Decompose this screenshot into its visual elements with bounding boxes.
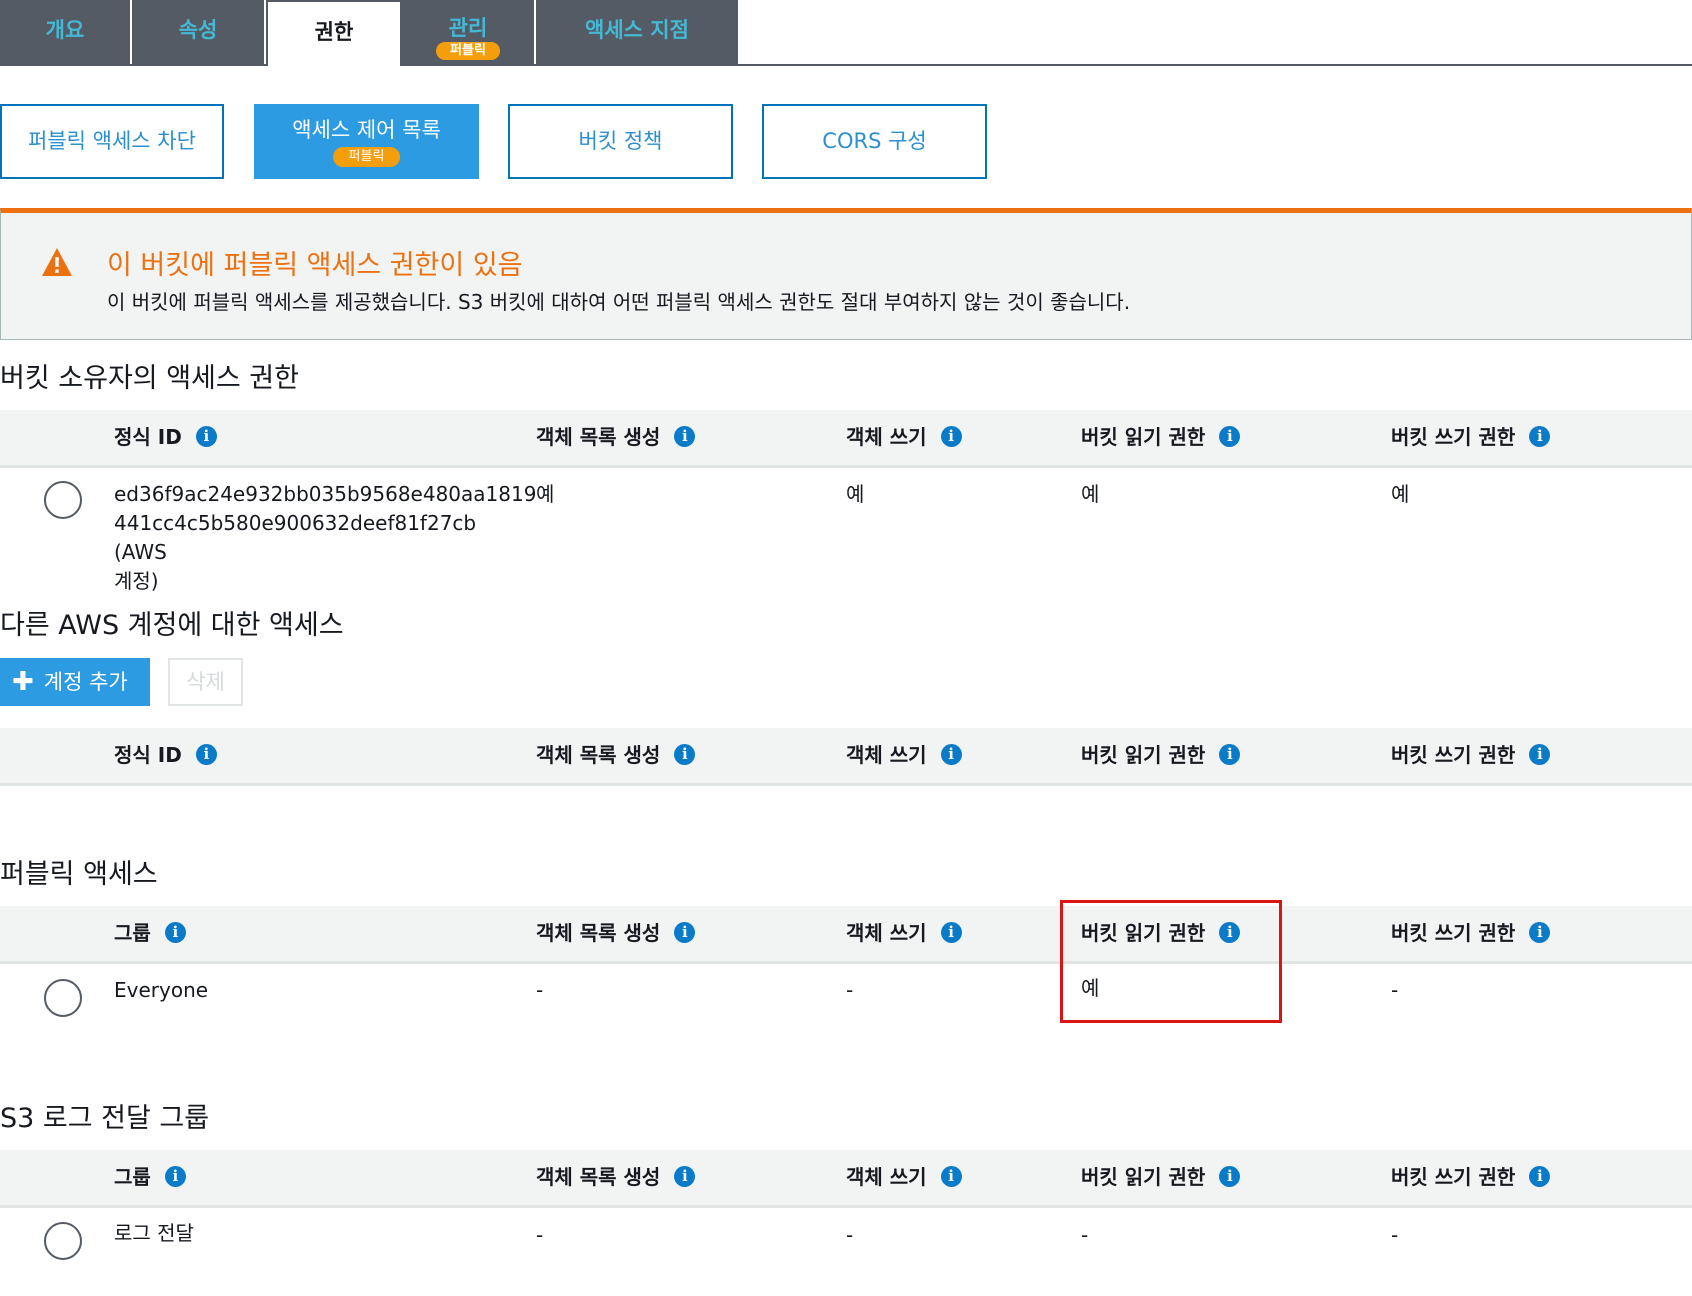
col-group: 그룹 i: [114, 906, 186, 961]
info-icon[interactable]: i: [674, 1166, 696, 1187]
subtab-cors-configuration[interactable]: CORS 구성: [762, 104, 987, 179]
other-accounts-table-header: 정식 ID i 객체 목록 생성 i 객체 쓰기 i 버킷 읽기 권한 i 버킷 쓰기 …: [0, 728, 1692, 786]
warning-triangle-icon: [42, 248, 72, 276]
list-objects-cell: -: [536, 1223, 544, 1247]
tab-overview-label: 개요: [45, 18, 85, 42]
public-badge: 퍼블릭: [436, 42, 500, 60]
info-icon[interactable]: i: [674, 744, 696, 765]
info-icon[interactable]: i: [674, 922, 696, 943]
tab-overview[interactable]: 개요: [0, 0, 132, 64]
info-icon[interactable]: i: [940, 426, 962, 447]
public-access-section-title: 퍼블릭 액세스: [0, 859, 158, 890]
col-write-objects: 객체 쓰기 i: [846, 728, 962, 783]
write-objects-cell: -: [846, 978, 854, 1002]
info-icon[interactable]: i: [1219, 1166, 1241, 1187]
col-write-objects: 객체 쓰기 i: [846, 410, 962, 465]
info-icon[interactable]: i: [940, 1166, 962, 1187]
group-cell: Everyone: [114, 978, 209, 1002]
tab-permissions[interactable]: 권한: [266, 0, 402, 66]
col-canonical-id: 정식 ID i: [114, 728, 217, 783]
info-icon[interactable]: i: [1529, 922, 1551, 943]
public-access-table-header: 그룹 i 객체 목록 생성 i 객체 쓰기 i 버킷 읽기 권한 i 버킷 쓰기 권한 i: [0, 906, 1692, 964]
col-list-objects: 객체 목록 생성 i: [536, 410, 696, 465]
owner-section-title: 버킷 소유자의 액세스 권한: [0, 363, 299, 394]
write-objects-cell: 예: [846, 482, 865, 506]
info-icon[interactable]: i: [1219, 744, 1241, 765]
list-objects-cell: -: [536, 978, 544, 1002]
row-select-radio[interactable]: [44, 1222, 82, 1260]
info-icon[interactable]: i: [940, 922, 962, 943]
highlight-box: [1060, 900, 1282, 1023]
public-badge: 퍼블릭: [332, 147, 401, 167]
subtab-access-control-list[interactable]: 액세스 제어 목록 퍼블릭: [254, 104, 479, 179]
col-write-objects: 객체 쓰기 i: [846, 906, 962, 961]
delete-button[interactable]: 삭제: [168, 658, 243, 706]
col-read-bucket-perms: 버킷 읽기 권한 i: [1081, 1150, 1241, 1205]
public-access-warning: 이 버킷에 퍼블릭 액세스 권한이 있음 이 버킷에 퍼블릭 액세스를 제공했습…: [0, 208, 1692, 340]
info-icon[interactable]: i: [1529, 1166, 1551, 1187]
read-bucket-perms-cell: -: [1081, 1223, 1089, 1247]
log-delivery-section-title: S3 로그 전달 그룹: [0, 1103, 210, 1134]
col-group: 그룹 i: [114, 1150, 186, 1205]
subtab-cors-label: CORS 구성: [822, 129, 927, 153]
log-delivery-table-header: 그룹 i 객체 목록 생성 i 객체 쓰기 i 버킷 읽기 권한 i 버킷 쓰기 권한 i: [0, 1150, 1692, 1208]
tab-access-points[interactable]: 액세스 지점: [536, 0, 738, 64]
row-select-radio[interactable]: [44, 481, 82, 519]
subtab-bucket-policy-label: 버킷 정책: [578, 129, 663, 153]
tab-management-label: 관리: [448, 16, 488, 40]
info-icon[interactable]: i: [195, 744, 217, 765]
info-icon[interactable]: i: [164, 1166, 186, 1187]
write-objects-cell: -: [846, 1223, 854, 1247]
col-write-bucket-perms: 버킷 쓰기 권한 i: [1391, 1150, 1551, 1205]
tab-properties[interactable]: 속성: [132, 0, 266, 64]
col-write-bucket-perms: 버킷 쓰기 권한 i: [1391, 906, 1551, 961]
subtab-block-public-access-label: 퍼블릭 액세스 차단: [28, 129, 196, 153]
warning-title: 이 버킷에 퍼블릭 액세스 권한이 있음: [107, 250, 523, 281]
plus-icon: ✚: [12, 667, 34, 697]
main-tab-bar: 개요 속성 권한 관리 퍼블릭 액세스 지점: [0, 0, 1692, 66]
info-icon[interactable]: i: [1529, 744, 1551, 765]
add-account-button[interactable]: ✚ 계정 추가: [0, 658, 150, 706]
info-icon[interactable]: i: [674, 426, 696, 447]
info-icon[interactable]: i: [940, 744, 962, 765]
other-accounts-section-title: 다른 AWS 계정에 대한 액세스: [0, 610, 344, 641]
col-list-objects: 객체 목록 생성 i: [536, 906, 696, 961]
write-bucket-perms-cell: -: [1391, 1223, 1399, 1247]
warning-text: 이 버킷에 퍼블릭 액세스를 제공했습니다. S3 버킷에 대하여 어떤 퍼블릭…: [107, 290, 1131, 314]
tab-access-points-label: 액세스 지점: [585, 18, 689, 42]
info-icon[interactable]: i: [1219, 426, 1241, 447]
group-cell: 로그 전달: [114, 1221, 194, 1245]
col-read-bucket-perms: 버킷 읽기 권한 i: [1081, 728, 1241, 783]
info-icon[interactable]: i: [195, 426, 217, 447]
canonical-id-cell: ed36f9ac24e932bb035b9568e480aa1819 441cc…: [114, 482, 537, 593]
col-list-objects: 객체 목록 생성 i: [536, 1150, 696, 1205]
tab-permissions-label: 권한: [314, 20, 354, 44]
col-read-bucket-perms: 버킷 읽기 권한 i: [1081, 410, 1241, 465]
info-icon[interactable]: i: [164, 922, 186, 943]
col-write-bucket-perms: 버킷 쓰기 권한 i: [1391, 728, 1551, 783]
write-bucket-perms-cell: -: [1391, 978, 1399, 1002]
row-select-radio[interactable]: [44, 979, 82, 1017]
subtab-block-public-access[interactable]: 퍼블릭 액세스 차단: [0, 104, 224, 179]
info-icon[interactable]: i: [1529, 426, 1551, 447]
col-list-objects: 객체 목록 생성 i: [536, 728, 696, 783]
col-write-bucket-perms: 버킷 쓰기 권한 i: [1391, 410, 1551, 465]
subtab-acl-label: 액세스 제어 목록: [292, 118, 441, 142]
list-objects-cell: 예: [536, 482, 555, 506]
write-bucket-perms-cell: 예: [1391, 482, 1410, 506]
read-bucket-perms-cell: 예: [1081, 482, 1100, 506]
tab-properties-label: 속성: [178, 18, 218, 42]
col-write-objects: 객체 쓰기 i: [846, 1150, 962, 1205]
col-canonical-id: 정식 ID i: [114, 410, 217, 465]
tab-management[interactable]: 관리 퍼블릭: [402, 0, 536, 64]
subtab-bucket-policy[interactable]: 버킷 정책: [508, 104, 733, 179]
owner-table-header: 정식 ID i 객체 목록 생성 i 객체 쓰기 i 버킷 읽기 권한 i 버킷 쓰기 …: [0, 410, 1692, 468]
